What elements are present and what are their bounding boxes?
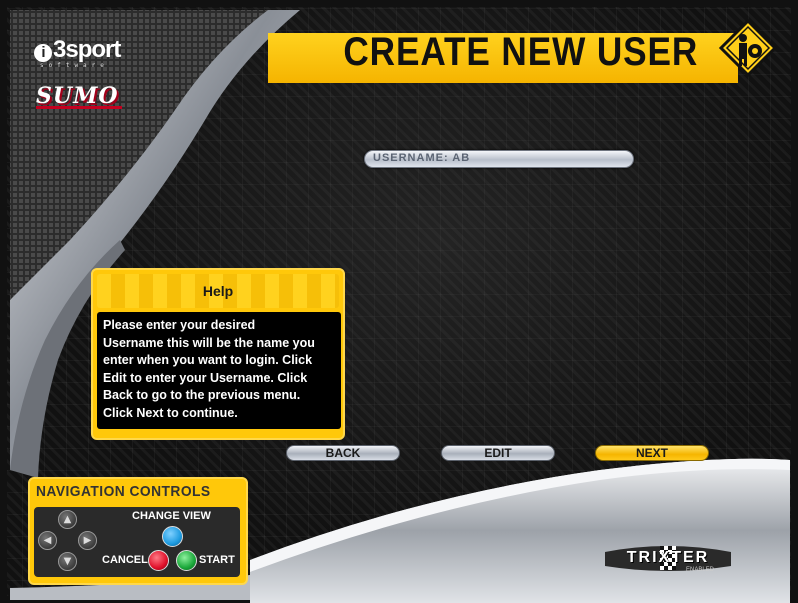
username-value: AB bbox=[452, 152, 471, 164]
edit-button[interactable]: EDIT bbox=[441, 445, 555, 461]
controls-legend: ▲ ◀ ▶ ▼ CHANGE VIEW CANCEL START bbox=[34, 507, 240, 577]
trixter-logo-sub: ENABLED bbox=[686, 567, 715, 573]
help-title: Help bbox=[202, 283, 234, 299]
sumo-logo: SUMO bbox=[36, 83, 122, 109]
trixter-logo-text: TRIXTER bbox=[626, 549, 710, 566]
help-line: Back to go to the previous menu. bbox=[103, 388, 301, 402]
help-header: Help bbox=[97, 274, 339, 308]
trixter-logo: TRIXTER ENABLED bbox=[600, 538, 736, 578]
page-title: CREATE NEW USER bbox=[343, 30, 698, 74]
help-panel: Help Please enter your desired Username … bbox=[91, 268, 345, 440]
game-screen: ii3sport3sport software SUMO CREATE NEW … bbox=[0, 0, 798, 603]
left-arrow-icon: ◀ bbox=[38, 531, 57, 550]
help-line: enter when you want to login. Click bbox=[103, 353, 313, 367]
down-arrow-icon: ▼ bbox=[58, 552, 77, 571]
change-view-label: CHANGE VIEW bbox=[132, 510, 211, 522]
help-body: Please enter your desired Username this … bbox=[97, 312, 341, 429]
navigation-controls-panel: NAVIGATION CONTROLS ▲ ◀ ▶ ▼ CHANGE VIEW … bbox=[28, 477, 248, 585]
help-line: Click Next to continue. bbox=[103, 405, 238, 420]
change-view-button bbox=[162, 526, 183, 547]
cancel-label: CANCEL bbox=[102, 554, 148, 566]
i3sport-logo: ii3sport3sport software bbox=[34, 36, 124, 70]
start-label: START bbox=[199, 554, 235, 566]
user-crossing-sign-icon bbox=[718, 18, 778, 78]
sumo-logo-text: SUMO bbox=[36, 83, 119, 109]
up-arrow-icon: ▲ bbox=[58, 510, 77, 529]
help-line: Edit to enter your Username. Click bbox=[103, 370, 308, 385]
back-button[interactable]: BACK bbox=[286, 445, 400, 461]
username-label-text: USERNAME: bbox=[373, 152, 449, 164]
username-label: USERNAME: AB bbox=[373, 152, 470, 164]
i3sport-logo-text: ii3sport3sport bbox=[34, 36, 124, 64]
next-button[interactable]: NEXT bbox=[595, 445, 709, 461]
right-arrow-icon: ▶ bbox=[78, 531, 97, 550]
navigation-controls-title: NAVIGATION CONTROLS bbox=[36, 483, 211, 500]
help-line: Please enter your desired bbox=[103, 318, 256, 332]
start-button-indicator bbox=[176, 550, 197, 571]
help-line: Username this will be the name you bbox=[103, 335, 315, 350]
username-field[interactable]: USERNAME: AB bbox=[364, 150, 634, 168]
cancel-button-indicator bbox=[148, 550, 169, 571]
